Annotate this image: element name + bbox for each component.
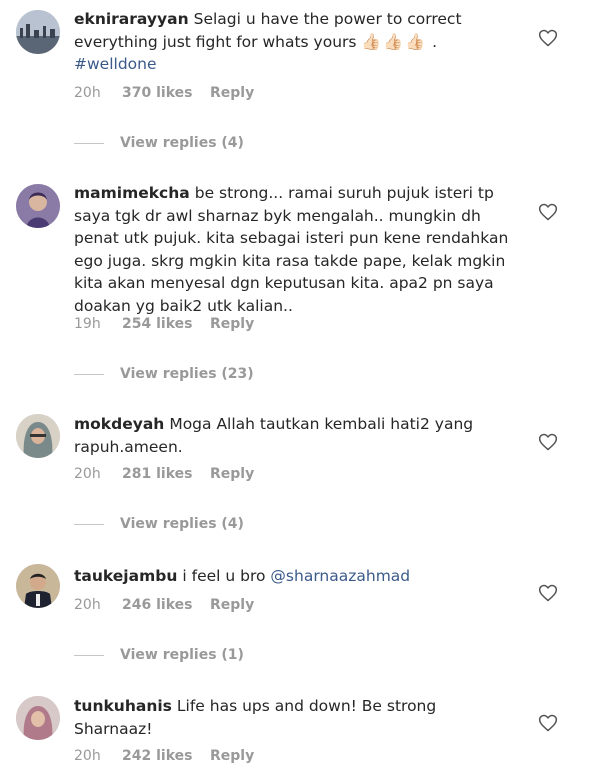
likes-count[interactable]: 370 likes — [122, 85, 210, 101]
divider — [74, 654, 104, 656]
comment-text: mokdeyah Moga Allah tautkan kembali hati2… — [74, 415, 474, 456]
heart-outline-icon[interactable] — [538, 202, 558, 222]
avatar[interactable] — [16, 696, 60, 740]
comment-text: tunkuhanis Life has ups and down! Be stro… — [74, 697, 437, 738]
comment-username[interactable]: mamimekcha — [74, 184, 190, 202]
hashtag-link[interactable]: #welldone — [74, 55, 157, 73]
heart-outline-icon[interactable] — [538, 432, 558, 452]
avatar[interactable] — [16, 564, 60, 608]
avatar[interactable] — [16, 10, 60, 54]
comment-meta: 20h 246 likes Reply — [74, 597, 254, 613]
likes-count[interactable]: 246 likes — [122, 597, 210, 613]
heart-outline-icon[interactable] — [538, 583, 558, 603]
comment-meta: 20h 370 likes Reply — [74, 85, 254, 101]
thumbs-up-emoji-icon: 👍🏻👍🏻👍🏻 — [361, 31, 428, 51]
comment-text: taukejambu i feel u bro @sharnaazahmad — [74, 567, 411, 585]
reply-button[interactable]: Reply — [210, 597, 254, 613]
view-replies-button[interactable]: View replies (1) — [74, 647, 244, 663]
likes-count[interactable]: 254 likes — [122, 316, 210, 332]
comment-username[interactable]: taukejambu — [74, 567, 177, 585]
divider — [74, 142, 104, 144]
reply-button[interactable]: Reply — [210, 316, 254, 332]
divider — [74, 373, 104, 375]
comment-time: 19h — [74, 316, 101, 332]
view-replies-button[interactable]: View replies (4) — [74, 516, 244, 532]
reply-button[interactable]: Reply — [210, 748, 254, 764]
comment-time: 20h — [74, 597, 101, 613]
reply-button[interactable]: Reply — [210, 85, 254, 101]
comment-time: 20h — [74, 85, 101, 101]
mention-link[interactable]: @sharnaazahmad — [270, 567, 410, 585]
likes-count[interactable]: 281 likes — [122, 466, 210, 482]
heart-outline-icon[interactable] — [538, 713, 558, 733]
view-replies-button[interactable]: View replies (4) — [74, 135, 244, 151]
likes-count[interactable]: 242 likes — [122, 748, 210, 764]
avatar[interactable] — [16, 414, 60, 458]
view-replies-button[interactable]: View replies (23) — [74, 366, 254, 382]
comment-username[interactable]: eknirarayyan — [74, 10, 189, 28]
comment-meta: 20h 281 likes Reply — [74, 466, 254, 482]
comment-time: 20h — [74, 748, 101, 764]
reply-button[interactable]: Reply — [210, 466, 254, 482]
comment-meta: 20h 242 likes Reply — [74, 748, 254, 764]
heart-outline-icon[interactable] — [538, 28, 558, 48]
comment-time: 20h — [74, 466, 101, 482]
comment-username[interactable]: tunkuhanis — [74, 697, 172, 715]
avatar[interactable] — [16, 184, 60, 228]
comment-text: mamimekcha be strong... ramai suruh pujuk… — [74, 184, 509, 315]
divider — [74, 523, 104, 525]
comment-meta: 19h 254 likes Reply — [74, 316, 254, 332]
comment-text: eknirarayyan Selagi u have the power to c… — [74, 10, 462, 73]
comment-username[interactable]: mokdeyah — [74, 415, 164, 433]
